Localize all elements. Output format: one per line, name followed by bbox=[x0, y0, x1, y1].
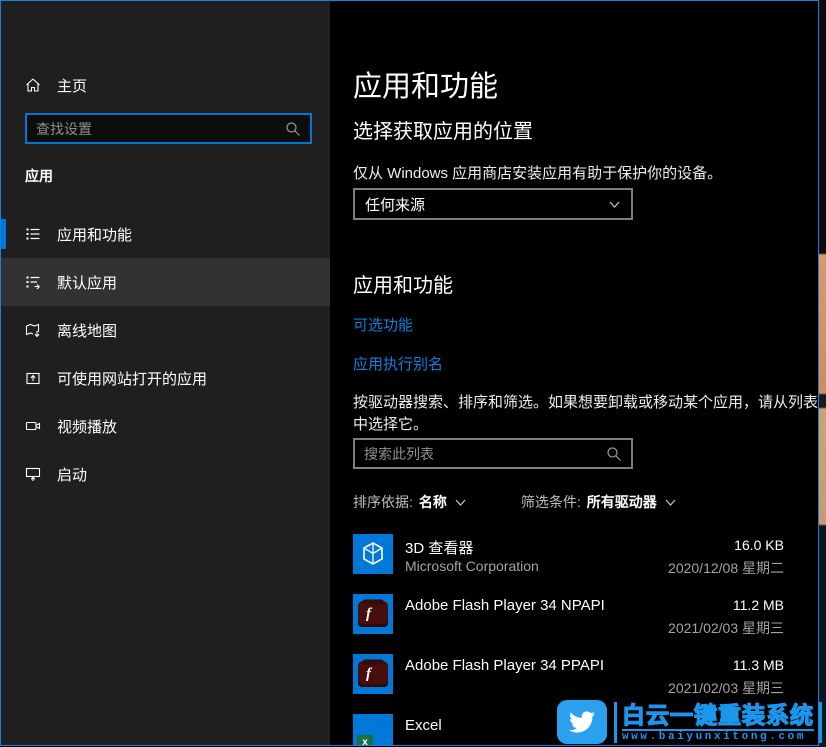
screen: 设置 主页 bbox=[0, 0, 826, 747]
sidebar-item-label: 启动 bbox=[57, 464, 87, 485]
apps-features-icon bbox=[25, 226, 41, 242]
watermark-text: 白云一键重装系统 www.baiyunxitong.com bbox=[614, 702, 822, 743]
startup-icon bbox=[25, 466, 41, 482]
choose-source-heading: 选择获取应用的位置 bbox=[353, 115, 533, 144]
sidebar: 主页 应用 bbox=[1, 1, 330, 745]
choose-source-description: 仅从 Windows 应用商店安装应用有助于保护你的设备。 bbox=[353, 162, 722, 183]
sidebar-item-apps-for-websites[interactable]: 可使用网站打开的应用 bbox=[1, 354, 330, 402]
app-name: Excel bbox=[405, 717, 442, 734]
sidebar-nav: 应用和功能 默认应用 bbox=[1, 210, 330, 498]
search-icon bbox=[285, 121, 301, 137]
app-row-flash-npapi[interactable]: f Adobe Flash Player 34 NPAPI 11.2 MB 20… bbox=[353, 589, 784, 649]
app-size: 16.0 KB bbox=[734, 537, 784, 553]
main-content: 应用和功能 选择获取应用的位置 仅从 Windows 应用商店安装应用有助于保护… bbox=[330, 1, 818, 745]
app-row-3d-viewer[interactable]: 3D 查看器 Microsoft Corporation 16.0 KB 202… bbox=[353, 529, 784, 589]
watermark-title: 白云一键重装系统 bbox=[622, 702, 814, 728]
watermark-url: www.baiyunxitong.com bbox=[622, 729, 814, 743]
sort-by-label: 排序依据: bbox=[353, 492, 413, 512]
filter-by-dropdown[interactable]: 筛选条件: 所有驱动器 bbox=[521, 492, 677, 512]
sort-by-dropdown[interactable]: 排序依据: 名称 bbox=[353, 492, 467, 512]
search-icon bbox=[606, 446, 622, 462]
twitter-bird-icon bbox=[557, 700, 607, 744]
settings-search-box bbox=[25, 113, 312, 144]
video-playback-icon bbox=[25, 418, 41, 434]
sidebar-section-label: 应用 bbox=[25, 166, 53, 186]
offline-maps-icon bbox=[25, 322, 41, 338]
app-list-search-input[interactable] bbox=[355, 446, 606, 462]
filter-by-label: 筛选条件: bbox=[521, 492, 581, 512]
sidebar-item-offline-maps[interactable]: 离线地图 bbox=[1, 306, 330, 354]
sidebar-item-label: 默认应用 bbox=[57, 272, 117, 293]
sidebar-item-video-playback[interactable]: 视频播放 bbox=[1, 402, 330, 450]
sort-by-value: 名称 bbox=[419, 492, 447, 512]
excel-app-icon: x bbox=[353, 714, 393, 745]
sidebar-item-apps-features[interactable]: 应用和功能 bbox=[1, 210, 330, 258]
app-install-date: 2021/02/03 星期三 bbox=[668, 678, 784, 698]
settings-window: 设置 主页 bbox=[0, 0, 819, 746]
app-source-dropdown[interactable]: 任何来源 bbox=[353, 188, 633, 220]
apps-for-websites-icon bbox=[25, 370, 41, 386]
flash-player-app-icon: f bbox=[353, 654, 393, 694]
sidebar-item-label: 可使用网站打开的应用 bbox=[57, 368, 207, 389]
page-title: 应用和功能 bbox=[353, 63, 498, 105]
sidebar-item-label: 视频播放 bbox=[57, 416, 117, 437]
app-execution-aliases-link[interactable]: 应用执行别名 bbox=[353, 353, 443, 374]
app-source-dropdown-value: 任何来源 bbox=[355, 194, 608, 215]
app-list-search-box bbox=[353, 438, 633, 469]
sidebar-home-label: 主页 bbox=[57, 75, 87, 96]
optional-features-link[interactable]: 可选功能 bbox=[353, 314, 413, 335]
sidebar-item-default-apps[interactable]: 默认应用 bbox=[1, 258, 330, 306]
flash-player-app-icon: f bbox=[353, 594, 393, 634]
app-publisher: Microsoft Corporation bbox=[405, 558, 539, 574]
sort-filter-row: 排序依据: 名称 筛选条件: 所有驱动器 bbox=[353, 492, 677, 512]
app-name: Adobe Flash Player 34 PPAPI bbox=[405, 657, 604, 674]
filter-by-value: 所有驱动器 bbox=[587, 492, 657, 512]
sidebar-item-startup[interactable]: 启动 bbox=[1, 450, 330, 498]
watermark: 白云一键重装系统 www.baiyunxitong.com bbox=[557, 700, 822, 744]
sidebar-item-label: 应用和功能 bbox=[57, 224, 132, 245]
apps-features-section-heading: 应用和功能 bbox=[353, 269, 453, 298]
app-name: 3D 查看器 bbox=[405, 537, 473, 558]
3d-viewer-app-icon bbox=[353, 534, 393, 574]
app-install-date: 2021/02/03 星期三 bbox=[668, 618, 784, 638]
list-description: 按驱动器搜索、排序和筛选。如果想要卸载或移动某个应用，请从列表中选择它。 bbox=[353, 392, 818, 436]
app-size: 11.2 MB bbox=[733, 597, 784, 613]
settings-search-input[interactable] bbox=[27, 121, 285, 137]
home-icon bbox=[25, 77, 41, 93]
app-install-date: 2020/12/08 星期二 bbox=[668, 558, 784, 578]
selected-indicator bbox=[1, 219, 6, 249]
default-apps-icon bbox=[25, 274, 41, 290]
chevron-down-icon bbox=[664, 496, 677, 509]
sidebar-item-label: 离线地图 bbox=[57, 320, 117, 341]
app-name: Adobe Flash Player 34 NPAPI bbox=[405, 597, 605, 614]
sidebar-item-home[interactable]: 主页 bbox=[1, 67, 330, 103]
chevron-down-icon bbox=[608, 198, 621, 211]
app-size: 11.3 MB bbox=[733, 657, 784, 673]
chevron-down-icon bbox=[454, 496, 467, 509]
